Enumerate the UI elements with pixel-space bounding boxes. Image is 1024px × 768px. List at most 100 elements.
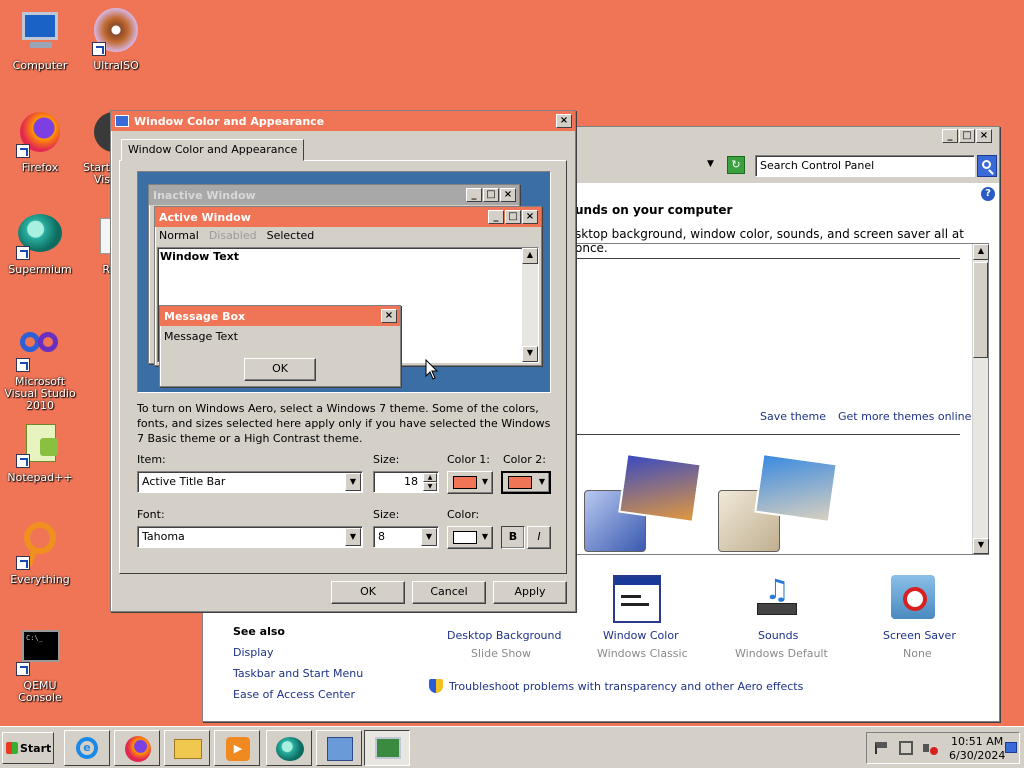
preview-menubar: Normal Disabled Selected (155, 227, 541, 245)
desktop-icon-ultraiso[interactable]: UltraISO (76, 8, 156, 72)
chevron-down-icon[interactable]: ▼ (345, 528, 361, 546)
chevron-down-icon[interactable]: ▼ (345, 473, 361, 491)
refresh-icon[interactable]: ↻ (727, 156, 745, 174)
desktop-background-link[interactable]: Desktop Background (447, 629, 562, 642)
minimize-button[interactable]: _ (942, 129, 958, 143)
show-desktop-icon[interactable] (1005, 742, 1017, 753)
theme-list[interactable]: Save theme Get more themes online ▲ ▼ (575, 243, 989, 555)
desktop-icon-label: UltraISO (93, 59, 139, 72)
display-link[interactable]: Display (233, 646, 274, 659)
chevron-down-icon[interactable]: ▼ (421, 528, 437, 546)
cancel-button[interactable]: Cancel (412, 581, 486, 604)
supermium-icon (276, 737, 304, 761)
apply-button[interactable]: Apply (493, 581, 567, 604)
network-icon[interactable] (899, 741, 913, 755)
chevron-down-icon: ▼ (481, 532, 488, 541)
taskbar-personalization[interactable] (364, 730, 410, 766)
desktop-icon-notepadpp[interactable]: Notepad++ (0, 420, 80, 484)
firefox-icon (16, 110, 64, 158)
window-color-dialog: Window Color and Appearance × Window Col… (110, 110, 576, 612)
preview-menu-selected: Selected (266, 229, 315, 242)
window-color-link[interactable]: Window Color (603, 629, 679, 642)
sounds-icon: ♫ (753, 575, 801, 623)
get-more-themes-link[interactable]: Get more themes online (838, 410, 971, 423)
italic-button[interactable]: I (527, 526, 551, 549)
font-size-value: 8 (378, 530, 385, 543)
control-panel-icon (327, 737, 353, 761)
help-icon[interactable]: ? (981, 187, 995, 201)
personalization-icon (375, 737, 401, 759)
bold-button[interactable]: B (501, 526, 525, 549)
color1-picker[interactable]: ▼ (447, 471, 493, 494)
font-select-value: Tahoma (142, 530, 185, 543)
desktop-icon-label: Computer (12, 59, 68, 72)
tab-window-color[interactable]: Window Color and Appearance (121, 139, 305, 161)
screen-saver-icon (891, 575, 935, 619)
ok-button[interactable]: OK (331, 581, 405, 604)
clock-time[interactable]: 10:51 AM (951, 735, 1003, 748)
close-button[interactable]: × (976, 129, 992, 143)
scrollbar-vertical[interactable]: ▲ ▼ (972, 244, 989, 554)
taskbar-supermium[interactable] (266, 730, 312, 766)
font-size-label: Size: (373, 508, 400, 521)
taskbar-start-menu-link[interactable]: Taskbar and Start Menu (233, 667, 363, 680)
decrement-icon[interactable]: ▼ (423, 482, 437, 491)
dialog-titlebar[interactable]: Window Color and Appearance × (111, 111, 575, 131)
increment-icon[interactable]: ▲ (423, 473, 437, 482)
taskbar-control-panel[interactable] (316, 730, 362, 766)
theme-stack-2 (754, 453, 838, 523)
taskbar-firefox[interactable] (114, 730, 160, 766)
internet-explorer-icon: e (76, 737, 98, 759)
troubleshoot-link[interactable]: Troubleshoot problems with transparency … (449, 680, 803, 693)
desktop-icon-label: Notepad++ (7, 471, 73, 484)
console-icon: C:\_ (16, 628, 64, 676)
action-center-flag-icon[interactable] (875, 742, 887, 754)
desktop-icon-label: QEMU Console (18, 679, 62, 704)
start-button[interactable]: Start (2, 732, 54, 764)
taskbar-media-player[interactable]: ▶ (214, 730, 260, 766)
item-select[interactable]: Active Title Bar ▼ (137, 471, 363, 493)
font-size-select[interactable]: 8 ▼ (373, 526, 439, 548)
clock-date[interactable]: 6/30/2024 (949, 749, 1005, 762)
save-theme-link[interactable]: Save theme (760, 410, 826, 423)
font-select[interactable]: Tahoma ▼ (137, 526, 363, 548)
desktop-icon-visual-studio[interactable]: Microsoft Visual Studio 2010 (0, 324, 80, 412)
start-label: Start (20, 741, 52, 755)
window-color-value: Windows Classic (597, 647, 688, 660)
sounds-link[interactable]: Sounds (758, 629, 798, 642)
search-icon[interactable] (977, 155, 997, 177)
taskbar-explorer[interactable] (164, 730, 210, 766)
dialog-close-button[interactable]: × (556, 114, 572, 128)
volume-muted-icon[interactable] (923, 741, 938, 755)
desktop-icon-computer[interactable]: Computer (0, 8, 80, 72)
media-player-icon: ▶ (226, 737, 250, 761)
preview-inactive-title: Inactive Window (153, 188, 256, 202)
search-input[interactable]: Search Control Panel (755, 155, 975, 177)
chevron-down-icon: ▼ (481, 477, 488, 486)
desktop-icon-r[interactable]: R (70, 212, 110, 276)
preview-window-text: Window Text (160, 250, 240, 263)
size-stepper[interactable]: 18 ▲ ▼ (373, 471, 439, 493)
desktop-icon-supermium[interactable]: Supermium (0, 212, 80, 276)
mouse-cursor-icon (425, 359, 439, 380)
size-label: Size: (373, 453, 400, 466)
item-label: Item: (137, 453, 166, 466)
aero-info-text: To turn on Windows Aero, select a Window… (137, 402, 551, 445)
folder-icon (174, 739, 202, 759)
desktop-icon-everything[interactable]: Everything (0, 522, 80, 586)
windows-logo-icon (6, 742, 18, 754)
address-dropdown-icon[interactable]: ▼ (707, 159, 714, 169)
taskbar-ie[interactable]: e (64, 730, 110, 766)
desktop-icon-label: R (102, 263, 110, 276)
preview-active-title: Active Window (159, 210, 251, 224)
desktop-icon-start-vis[interactable]: Start Vis (66, 110, 110, 186)
screen-saver-link[interactable]: Screen Saver (883, 629, 956, 642)
font-color-picker[interactable]: ▼ (447, 526, 493, 549)
ease-of-access-link[interactable]: Ease of Access Center (233, 688, 355, 701)
color2-picker[interactable]: ▼ (501, 471, 551, 494)
desktop-icon-qemu[interactable]: C:\_ QEMU Console (0, 628, 80, 704)
maximize-button[interactable]: □ (959, 129, 975, 143)
font-label: Font: (137, 508, 165, 521)
page-heading: unds on your computer (575, 203, 733, 217)
search-placeholder: Search Control Panel (760, 159, 875, 172)
